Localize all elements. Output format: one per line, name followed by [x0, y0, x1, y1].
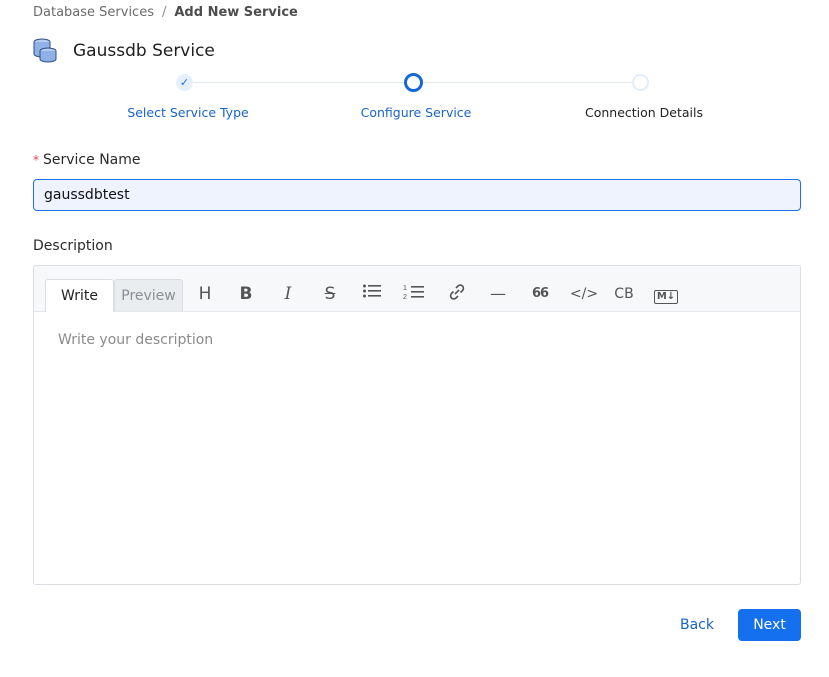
italic-icon[interactable]: I — [275, 283, 301, 305]
step-label-configure-service: Configure Service — [360, 105, 472, 120]
tab-write[interactable]: Write — [45, 279, 114, 312]
description-textarea[interactable]: Write your description — [34, 312, 800, 368]
required-asterisk: * — [33, 153, 39, 167]
breadcrumb: Database Services / Add New Service — [33, 5, 298, 20]
numbered-list-icon[interactable]: 1 2 — [401, 283, 427, 305]
step-pending-indicator — [632, 74, 649, 91]
service-name-label-text: Service Name — [43, 152, 141, 168]
page-header: Gaussdb Service — [33, 38, 215, 64]
horizontal-rule-icon[interactable]: — — [485, 283, 511, 305]
tab-preview[interactable]: Preview — [114, 279, 183, 311]
heading-icon[interactable]: H — [192, 283, 218, 305]
code-icon[interactable]: </> — [569, 283, 599, 305]
link-icon[interactable] — [444, 283, 470, 305]
markdown-icon-glyph: M↓ — [653, 290, 679, 304]
back-button[interactable]: Back — [672, 609, 722, 641]
service-name-label: * Service Name — [33, 152, 141, 168]
breadcrumb-item-current: Add New Service — [174, 5, 298, 20]
bullet-list-icon[interactable] — [359, 283, 385, 305]
next-button[interactable]: Next — [738, 609, 801, 641]
description-editor: Write Preview H B I S 1 2 — 66 </> CB M↓… — [33, 265, 801, 585]
step-label-select-service-type: Select Service Type — [127, 105, 249, 120]
breadcrumb-item-database-services[interactable]: Database Services — [33, 5, 154, 20]
code-block-icon[interactable]: CB — [611, 283, 637, 305]
step-completed-check-icon: ✓ — [176, 74, 193, 91]
editor-toolbar: Write Preview H B I S 1 2 — 66 </> CB M↓ — [34, 266, 800, 312]
service-name-input[interactable] — [33, 179, 801, 211]
quote-icon[interactable]: 66 — [527, 283, 553, 305]
breadcrumb-separator: / — [161, 5, 167, 20]
svg-text:2: 2 — [403, 294, 407, 301]
database-stack-icon — [33, 38, 57, 63]
step-connector — [422, 82, 633, 83]
progress-stepper: ✓ Select Service Type Configure Service … — [0, 72, 829, 132]
strikethrough-icon[interactable]: S — [317, 283, 343, 305]
step-active-indicator — [404, 73, 423, 92]
description-label: Description — [33, 238, 113, 254]
page-title: Gaussdb Service — [73, 41, 215, 61]
bold-icon[interactable]: B — [233, 283, 259, 305]
svg-text:1: 1 — [403, 285, 407, 292]
step-connector — [193, 82, 404, 83]
step-label-connection-details: Connection Details — [584, 105, 704, 120]
description-placeholder: Write your description — [58, 332, 214, 348]
markdown-icon[interactable]: M↓ — [651, 283, 681, 305]
